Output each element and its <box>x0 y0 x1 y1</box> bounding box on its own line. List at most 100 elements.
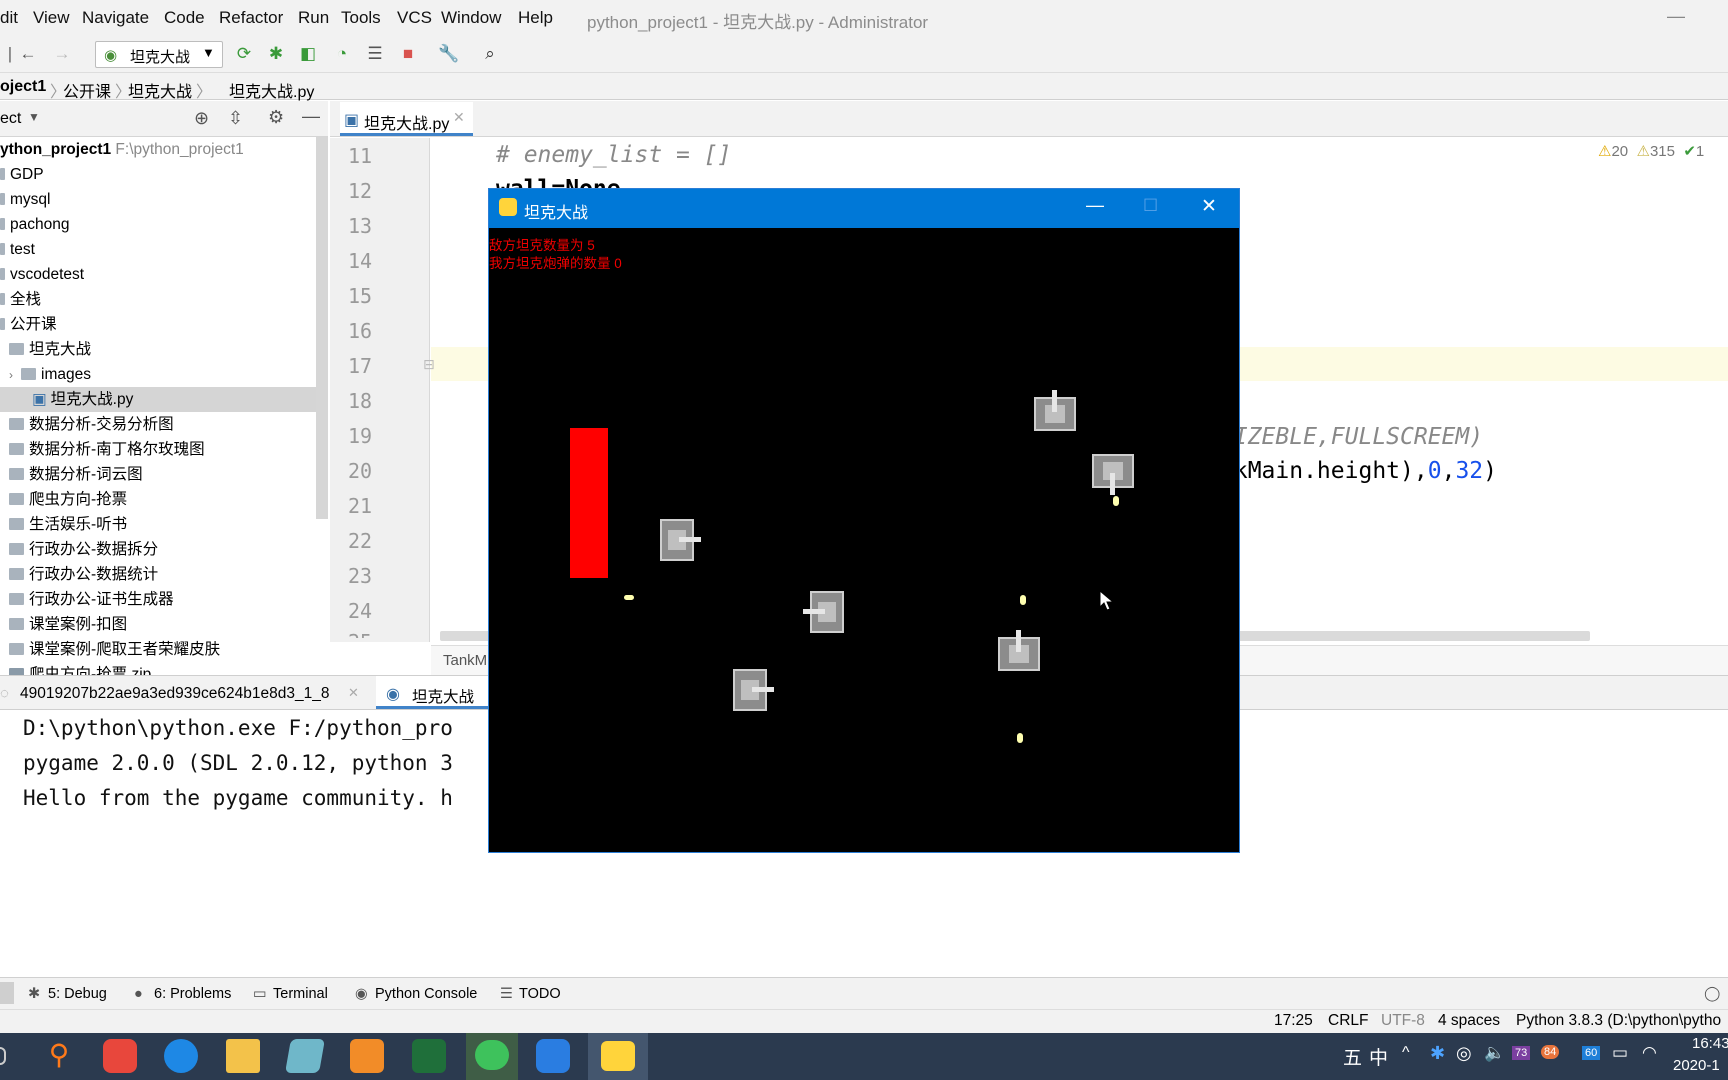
tool-tab-terminal[interactable]: Terminal <box>273 986 328 1002</box>
qq-browser-icon[interactable] <box>164 1039 198 1073</box>
stop-icon[interactable]: ■ <box>398 44 418 64</box>
battery-icon[interactable]: ▭ <box>1612 1043 1628 1063</box>
menu-code[interactable]: Code <box>164 8 205 28</box>
run-tab-1[interactable]: 49019207b22ae9a3ed939ce624b1e8d3_1_8 <box>20 685 329 703</box>
tree-item-vscodetest[interactable]: vscodetest <box>0 262 316 287</box>
pygame-window[interactable]: 坦克大战 — ☐ ✕ 敌方坦克数量为 5 我方坦克炮弹的数量 0 <box>488 188 1240 853</box>
line-separator[interactable]: CRLF <box>1328 1012 1368 1030</box>
event-log-icon[interactable]: ◯ <box>1704 986 1720 1002</box>
tree-item-folder[interactable]: 爬虫方向-抢票 <box>0 487 316 512</box>
breadcrumb-folder[interactable]: 公开课 <box>63 78 111 102</box>
hide-panel-icon[interactable]: — <box>302 106 320 127</box>
volume-icon[interactable]: 🔈 <box>1484 1043 1505 1063</box>
back-arrow-icon[interactable]: ← <box>18 44 38 64</box>
breadcrumb-project[interactable]: oject1 <box>0 78 46 96</box>
tray-badge-2[interactable]: 84 <box>1541 1045 1560 1059</box>
python-game-slot[interactable] <box>588 1033 648 1080</box>
game-canvas[interactable]: 敌方坦克数量为 5 我方坦克炮弹的数量 0 <box>489 228 1239 852</box>
run-config-dropdown[interactable]: ◉ 坦克大战 ▼ <box>95 41 223 68</box>
tool-tab-problems[interactable]: 6: Problems <box>154 986 231 1002</box>
tree-item-tank-folder[interactable]: 坦克大战 <box>0 337 316 362</box>
tree-item-mysql[interactable]: mysql <box>0 187 316 212</box>
pycharm-app-icon[interactable] <box>412 1039 446 1073</box>
tool-tab-todo[interactable]: TODO <box>519 986 561 1002</box>
tree-item-folder[interactable]: 行政办公-数据统计 <box>0 562 316 587</box>
tool-tab-python-console[interactable]: Python Console <box>375 986 477 1002</box>
menu-run[interactable]: Run <box>298 8 329 28</box>
minimize-icon[interactable]: — <box>1666 6 1686 26</box>
breadcrumb-file[interactable]: 坦克大战.py <box>229 78 314 102</box>
rerun-icon[interactable]: ⟳ <box>234 44 254 64</box>
tree-item-selected-file[interactable]: ▣ 坦克大战.py <box>0 387 316 412</box>
structure-breadcrumb[interactable]: TankM <box>443 652 487 669</box>
menu-help[interactable]: Help <box>518 8 553 28</box>
tree-scrollbar[interactable] <box>316 137 328 519</box>
ime-mode-2[interactable]: 中 <box>1369 1043 1388 1070</box>
menu-vcs[interactable]: VCS <box>397 8 432 28</box>
tree-item-folder[interactable]: 生活娱乐-听书 <box>0 512 316 537</box>
wifi-icon[interactable]: ◠ <box>1642 1043 1657 1063</box>
maximize-icon[interactable]: ☐ <box>1143 196 1158 216</box>
file-encoding[interactable]: UTF-8 <box>1381 1012 1425 1030</box>
tree-item-folder[interactable]: 数据分析-交易分析图 <box>0 412 316 437</box>
run-tab-2[interactable]: ◉ 坦克大战 <box>376 676 491 709</box>
clock-date[interactable]: 2020-1 <box>1673 1057 1720 1074</box>
file-explorer-icon[interactable] <box>226 1039 260 1073</box>
profile-icon[interactable]: ◔ <box>332 44 352 64</box>
search-icon[interactable]: ⌕ <box>480 44 500 64</box>
chevron-up-icon[interactable]: ^ <box>1402 1044 1410 1062</box>
settings-wrench-icon[interactable]: 🔧 <box>438 44 459 64</box>
editor-tab-file[interactable]: ▣ 坦克大战.py ✕ <box>340 102 473 136</box>
tree-item-fullstack[interactable]: 全栈 <box>0 287 316 312</box>
tray-badge-3[interactable]: 60 <box>1582 1046 1601 1060</box>
collapse-all-icon[interactable]: ⇳ <box>228 108 243 129</box>
wechat-app-slot[interactable] <box>466 1033 518 1080</box>
clock-time[interactable]: 16:43 <box>1692 1035 1728 1052</box>
tool-tab-debug[interactable]: 5: Debug <box>48 986 107 1002</box>
concurrency-icon[interactable]: ☰ <box>365 44 385 64</box>
minimize-icon[interactable]: — <box>1086 195 1104 216</box>
chevron-right-icon[interactable]: › <box>9 368 13 382</box>
menu-window[interactable]: Window <box>441 8 501 28</box>
chevron-down-icon[interactable]: ▼ <box>28 110 40 124</box>
tree-item-folder[interactable]: 行政办公-证书生成器 <box>0 587 316 612</box>
breadcrumb-subfolder[interactable]: 坦克大战 <box>128 78 192 102</box>
gear-icon[interactable]: ⚙ <box>268 107 284 128</box>
close-icon[interactable]: ✕ <box>1201 195 1217 218</box>
tree-item-folder[interactable]: 数据分析-词云图 <box>0 462 316 487</box>
tree-item-folder[interactable]: 行政办公-数据拆分 <box>0 537 316 562</box>
tree-item-gdp[interactable]: GDP <box>0 162 316 187</box>
start-edge-icon[interactable] <box>0 1047 6 1065</box>
tree-item-public-class[interactable]: 公开课 <box>0 312 316 337</box>
indent-setting[interactable]: 4 spaces <box>1438 1012 1500 1030</box>
tree-item-folder[interactable]: 课堂案例-爬取王者荣耀皮肤 <box>0 637 316 662</box>
wechat-tray-icon[interactable]: ◎ <box>1456 1043 1472 1064</box>
tree-item-test[interactable]: test <box>0 237 316 262</box>
menu-edit[interactable]: dit <box>0 8 18 28</box>
coverage-icon[interactable]: ◧ <box>298 44 318 64</box>
interpreter-selector[interactable]: Python 3.8.3 (D:\python\pytho <box>1516 1012 1721 1030</box>
notes-app-icon[interactable] <box>285 1039 325 1073</box>
menu-refactor[interactable]: Refactor <box>219 8 283 28</box>
fold-marker-icon[interactable]: ⊟ <box>423 356 435 373</box>
ime-mode-1[interactable]: 五 <box>1343 1043 1362 1070</box>
close-icon[interactable]: ✕ <box>348 685 359 701</box>
calendar-app-icon[interactable] <box>103 1039 137 1073</box>
tree-item-folder[interactable]: 课堂案例-扣图 <box>0 612 316 637</box>
cursor-position[interactable]: 17:25 <box>1274 1012 1313 1030</box>
run-tool-tab[interactable] <box>0 982 14 1004</box>
pdf-app-icon[interactable] <box>350 1039 384 1073</box>
game-titlebar[interactable]: 坦克大战 — ☐ ✕ <box>489 189 1239 228</box>
feishu-app-icon[interactable] <box>536 1039 570 1073</box>
project-view-label[interactable]: ect <box>0 110 21 128</box>
menu-navigate[interactable]: Navigate <box>82 8 149 28</box>
inspection-widget[interactable]: ⚠20 ⚠315 ✔1 <box>1598 142 1704 160</box>
menu-tools[interactable]: Tools <box>341 8 381 28</box>
tray-badge-1[interactable]: 73 <box>1512 1046 1531 1060</box>
locate-target-icon[interactable]: ⊕ <box>194 108 209 129</box>
forward-arrow-icon[interactable]: → <box>52 44 72 64</box>
bluetooth-icon[interactable]: ✱ <box>1430 1043 1445 1064</box>
close-icon[interactable]: ✕ <box>453 109 465 126</box>
tree-root[interactable]: ython_project1 F:\python_project1 <box>0 137 316 162</box>
debug-bug-icon[interactable]: ✱ <box>266 44 286 64</box>
